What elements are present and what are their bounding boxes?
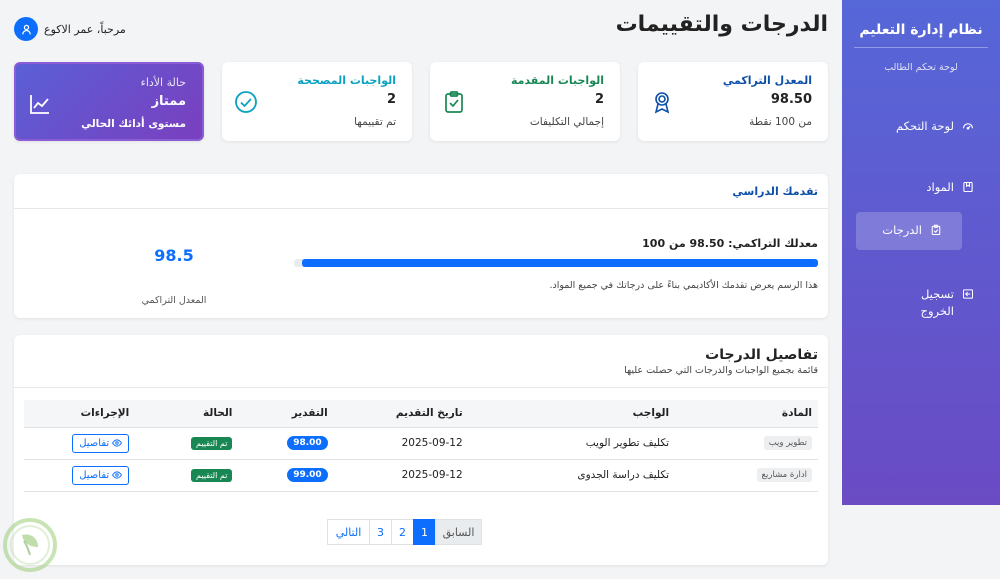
sidebar-divider: [854, 47, 988, 48]
stat-sub: مستوى أدائك الحالي: [81, 118, 186, 130]
grade-pill: 98.00: [287, 436, 328, 450]
sidebar: نظام إدارة التعليم لوحة تحكم الطالب لوحة…: [842, 0, 1000, 505]
status-badge: تم التقييم: [191, 468, 233, 482]
clipboard-check-icon: [445, 91, 463, 113]
cell-assignment: تكليف دراسة الجدوى: [468, 459, 676, 492]
details-button-label: تفاصيل: [79, 469, 110, 481]
stat-label: حالة الأداء: [140, 76, 186, 89]
book-icon: [963, 181, 973, 193]
pagination-prev[interactable]: السابق: [435, 519, 482, 545]
details-button[interactable]: تفاصيل: [72, 433, 130, 453]
pagination-page-2[interactable]: 2: [391, 519, 414, 545]
clipboard-icon: [931, 224, 941, 236]
stat-card-gpa: المعدل التراكمي 98.50 من 100 نقطة: [638, 62, 828, 141]
user-icon: [21, 24, 31, 34]
stat-label: الواجبات المقدمة: [510, 74, 604, 87]
eye-icon: [112, 471, 123, 479]
stat-sub: إجمالي التكليفات: [529, 116, 604, 128]
progress-bar-fill: [301, 259, 818, 267]
gpa-big-label: المعدل التراكمي: [141, 295, 207, 306]
stat-label: المعدل التراكمي: [722, 74, 812, 87]
table-row: ادارة مشاريع تكليف دراسة الجدوى 2025-09-…: [24, 459, 818, 492]
pagination-page-1[interactable]: 1: [413, 519, 436, 545]
stat-label: الواجبات المصححة: [297, 74, 396, 87]
pagination-page-3[interactable]: 3: [369, 519, 392, 545]
chart-line-icon: [30, 95, 49, 114]
details-button[interactable]: تفاصيل: [72, 465, 130, 485]
page-title: الدرجات والتقييمات: [615, 12, 828, 37]
cell-assignment: تكليف تطوير الويب: [468, 427, 676, 460]
grades-title: تفاصيل الدرجات: [705, 347, 818, 363]
sidebar-item-grades[interactable]: الدرجات: [856, 212, 962, 250]
progress-bar: [294, 259, 818, 267]
stat-card-graded: الواجبات المصححة 2 تم تقييمها: [222, 62, 412, 141]
status-badge: تم التقييم: [191, 436, 233, 450]
stat-sub: تم تقييمها: [354, 116, 396, 128]
stat-sub: من 100 نقطة: [749, 116, 812, 128]
cell-actions: تفاصيل: [24, 427, 136, 460]
user-greeting: مرحباً، عمر الاكوع: [44, 22, 126, 36]
user-menu[interactable]: مرحباً، عمر الاكوع: [14, 17, 126, 41]
progress-label: معدلك التراكمي: 98.50 من 100: [642, 237, 818, 250]
grades-table: المادة الواجب تاريخ التقديم التقدير الحا…: [24, 400, 818, 492]
sidebar-item-label: تسجيل الخروج: [920, 287, 954, 318]
progress-card-header: تقدمك الدراسي: [14, 174, 828, 209]
sidebar-item-logout[interactable]: تسجيل الخروج: [880, 286, 986, 320]
cell-grade: 99.00: [238, 459, 334, 492]
avatar[interactable]: [14, 17, 38, 41]
cell-status: تم التقييم: [135, 427, 239, 460]
table-row: تطوير ويب تكليف تطوير الويب 2025-09-12 9…: [24, 427, 818, 460]
stat-value: 2: [594, 92, 604, 107]
stat-card-submitted: الواجبات المقدمة 2 إجمالي التكليفات: [430, 62, 620, 141]
stat-value: 2: [386, 92, 396, 107]
grades-subtitle: قائمة بجميع الواجبات والدرجات التي حصلت …: [624, 365, 818, 376]
column-header-grade: التقدير: [238, 400, 334, 428]
gpa-big-value: 98.5: [154, 246, 194, 265]
cell-date: 2025-09-12: [333, 427, 469, 460]
watermark-logo-icon: [3, 518, 57, 572]
cell-subject: تطوير ويب: [675, 427, 818, 460]
column-header-subject: المادة: [675, 400, 818, 428]
award-icon: [654, 92, 670, 114]
logout-icon: [962, 289, 974, 299]
stat-value: 98.50: [770, 92, 812, 107]
sidebar-item-courses[interactable]: المواد: [880, 179, 986, 196]
sidebar-subtitle: لوحة تحكم الطالب: [884, 62, 958, 73]
progress-card-title: تقدمك الدراسي: [732, 185, 818, 198]
cell-grade: 98.00: [238, 427, 334, 460]
eye-icon: [112, 439, 123, 447]
sidebar-item-dashboard[interactable]: لوحة التحكم: [880, 118, 986, 135]
details-button-label: تفاصيل: [79, 437, 110, 449]
progress-note: هذا الرسم يعرض تقدمك الأكاديمي بناءً على…: [549, 280, 818, 291]
sidebar-item-label: لوحة التحكم: [896, 119, 954, 133]
sidebar-item-label: المواد: [926, 180, 954, 194]
grade-pill: 99.00: [287, 468, 328, 482]
column-header-status: الحالة: [135, 400, 239, 428]
cell-subject: ادارة مشاريع: [675, 459, 818, 492]
cell-status: تم التقييم: [135, 459, 239, 492]
sidebar-item-label: الدرجات: [882, 223, 922, 237]
column-header-assignment: الواجب: [468, 400, 676, 428]
subject-badge: تطوير ويب: [763, 436, 812, 450]
grades-divider: [14, 387, 828, 388]
stat-card-performance: حالة الأداء ممتاز مستوى أدائك الحالي: [14, 62, 204, 141]
pagination-next[interactable]: التالي: [327, 519, 370, 545]
cell-actions: تفاصيل: [24, 459, 136, 492]
stat-value: ممتاز: [151, 94, 186, 109]
pagination: التالي 3 2 1 السابق: [327, 519, 482, 545]
check-circle-icon: [235, 91, 257, 113]
sidebar-title: نظام إدارة التعليم: [859, 22, 983, 38]
column-header-date: تاريخ التقديم: [333, 400, 469, 428]
table-header-row: المادة الواجب تاريخ التقديم التقدير الحا…: [24, 400, 818, 428]
dashboard-icon: [962, 123, 974, 130]
subject-badge: ادارة مشاريع: [756, 468, 812, 482]
cell-date: 2025-09-12: [333, 459, 469, 492]
column-header-actions: الإجراءات: [24, 400, 136, 428]
progress-card: تقدمك الدراسي معدلك التراكمي: 98.50 من 1…: [14, 174, 828, 318]
